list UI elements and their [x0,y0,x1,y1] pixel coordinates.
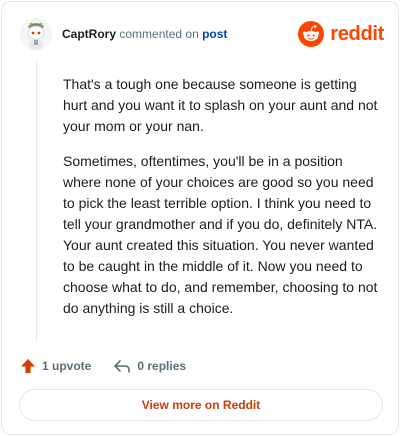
username-link[interactable]: CaptRory [62,27,116,41]
comment-meta: CaptRory commented on post [62,27,227,41]
snoo-avatar-icon [20,18,52,50]
thread-line [36,60,37,342]
upvote-arrow-icon [21,359,35,373]
commented-on-text: commented on [119,27,199,41]
comment-paragraph-2: Sometimes, oftentimes, you'll be in a po… [63,153,378,316]
user-avatar[interactable] [20,18,52,50]
reddit-wordmark: reddit [330,22,384,45]
comment-paragraph-1: That's a tough one because someone is ge… [63,76,378,134]
reddit-snoo-logo [298,21,325,47]
replies-button[interactable]: 0 replies [113,358,186,374]
embedded-comment-card: CaptRory commented on post reddit That's… [1,1,399,435]
post-link[interactable]: post [202,27,227,41]
upvote-button[interactable]: 1 upvote [20,358,91,374]
comment-header: CaptRory commented on post reddit [20,18,384,54]
reply-arrow-icon [114,360,131,373]
reddit-brand-link[interactable]: reddit [298,20,384,48]
upvote-count: 1 upvote [42,359,92,373]
view-more-button[interactable]: View more on Reddit [19,389,383,421]
replies-count: 0 replies [137,359,187,373]
comment-actions: 1 upvote 0 replies [20,356,186,376]
comment-body: That's a tough one because someone is ge… [63,74,383,333]
